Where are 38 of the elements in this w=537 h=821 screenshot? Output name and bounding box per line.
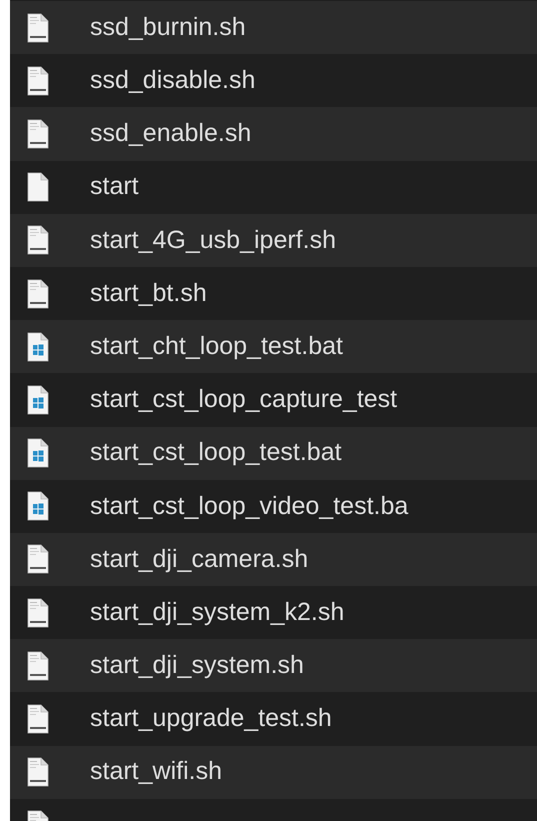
windows-file-icon [26,384,50,415]
file-name: ssd_burnin.sh [90,12,246,43]
file-row[interactable]: start_wifi.sh [10,746,537,799]
file-name: start_dji_system.sh [90,650,304,682]
shell-script-icon [26,757,50,788]
file-row[interactable]: start_dji_camera.sh [10,532,537,586]
shell-script-icon [26,598,50,628]
file-row[interactable]: start_4G_usb_iperf.sh [10,214,537,267]
file-name: start_cst_loop_video_test.ba [90,490,408,522]
shell-script-icon [26,650,50,681]
file-row[interactable]: start_cht_loop_test.bat [10,320,537,374]
file-name: start_dji_system_k2.sh [90,596,344,628]
windows-file-icon [26,491,50,522]
file-name: start_cst_loop_test.bat [90,437,342,468]
shell-script-icon [26,66,50,96]
windows-file-icon [26,332,50,362]
file-name: ssd_enable.sh [90,118,252,150]
file-row[interactable]: start_cst_loop_test.bat [10,426,537,480]
file-name: ssd_disable.sh [90,65,256,96]
file-name: start_wifi.sh [90,756,222,788]
file-name: start_bt.sh [90,278,207,309]
file-name: start_cht_loop_test.bat [90,330,343,362]
shell-script-icon [26,278,50,309]
file-row[interactable]: start_dji_system.sh [10,639,537,692]
windows-file-icon [26,438,50,468]
file-name: start_dji_camera.sh [90,544,308,575]
file-name: start_upgrade_test.sh [90,703,332,734]
shell-script-icon [26,118,50,149]
file-name: start_cst_loop_capture_test [90,384,398,416]
shell-script-icon [26,704,50,734]
file-name: start [90,171,139,202]
file-name: start_4G_usb_iperf.sh [90,224,336,256]
shell-script-icon [26,12,50,43]
document-icon [26,172,50,202]
shell-script-icon [26,225,50,256]
file-row[interactable]: ssd_enable.sh [10,107,537,161]
file-row[interactable]: ssd_burnin.sh [10,1,537,54]
shell-script-icon [26,544,50,574]
